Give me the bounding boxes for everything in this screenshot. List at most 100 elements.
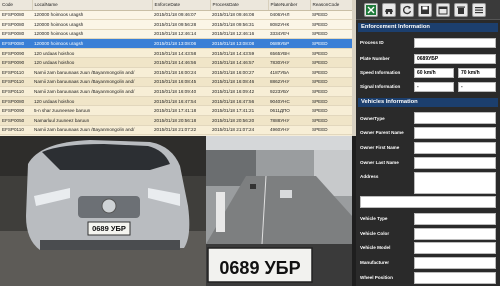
- column-header-enforcedate[interactable]: EnforceDate: [152, 0, 211, 11]
- wheel-position-field[interactable]: [414, 272, 496, 284]
- column-header-processdate[interactable]: ProcessDate: [210, 0, 269, 11]
- cell-enforcedate: 2015/01/18 16:47:54: [152, 96, 210, 107]
- cell-localname: 120000 hoimoos uragsh: [32, 19, 152, 30]
- table-row[interactable]: EFSP0090 5-n shar zuuneesee baruun 2015/01…: [0, 105, 352, 117]
- column-header-code[interactable]: Code: [0, 0, 33, 11]
- cell-platenumber: 8082УНК: [268, 19, 310, 30]
- cell-processdate: 2015/01/18 14:43:59: [210, 48, 268, 59]
- cell-localname: Namii zam baruunaas zuun /Bayanmongolin …: [32, 125, 152, 136]
- table-header-row: Code LocalName EnforceDate ProcessDate P…: [0, 0, 352, 11]
- table-row[interactable]: EFSP0110 Namii zam baruunaas zuun /Bayanm…: [0, 86, 352, 97]
- vehicle-type-label: Vehicle Type: [360, 216, 388, 221]
- cell-platenumber: 4187УБА: [268, 67, 310, 78]
- cell-localname: 120000 hoimoos uragsh: [32, 10, 152, 21]
- signal-field-2[interactable]: -: [458, 82, 496, 92]
- table-row[interactable]: EFSP0090 120 urdaas hoishoo 2015/01/18 14:…: [0, 57, 352, 69]
- manufacturer-field[interactable]: [414, 257, 496, 269]
- cell-code: EFSP0090: [0, 57, 32, 69]
- cell-enforcedate: 2015/01/18 09:56:28: [152, 19, 210, 30]
- cell-platenumber: 0406УНЛ: [268, 10, 310, 21]
- cell-code: EFSP0110: [0, 77, 32, 88]
- cell-enforcedate: 2015/01/18 17:41:18: [152, 105, 210, 117]
- cell-code: EFSP0110: [0, 67, 32, 78]
- cell-code: EFSP0110: [0, 125, 32, 136]
- save-icon[interactable]: [418, 3, 432, 17]
- vehicle-model-field[interactable]: [414, 242, 496, 254]
- measured-speed-field[interactable]: 70 km/h: [458, 68, 496, 78]
- cell-processdate: 2015/01/18 09:56:31: [210, 19, 268, 30]
- process-id-label: Process ID: [360, 40, 384, 45]
- cell-processdate: 2015/01/18 17:41:21: [210, 105, 268, 117]
- vehicle-color-field[interactable]: [414, 228, 496, 240]
- cell-localname: Namarluul zuuneez baruun: [32, 115, 152, 126]
- table-row[interactable]: EFSP0080 120000 hoimoos uragsh 2015/01/18 …: [0, 38, 352, 49]
- cell-processdate: 2015/01/18 20:56:20: [210, 115, 268, 126]
- cell-reasoncode: SPEED: [310, 86, 352, 97]
- cell-code: EFSP0080: [0, 38, 32, 49]
- address-field[interactable]: [414, 172, 496, 194]
- cell-code: EFSP0050: [0, 115, 32, 126]
- table-row[interactable]: EFSP0080 120000 hoimoos uragsh 2015/01/18 …: [0, 29, 352, 40]
- panel-toolbar: [356, 0, 500, 20]
- cell-enforcedate: 2015/01/18 09:46:07: [152, 10, 210, 21]
- table-row[interactable]: EFSP0110 Namii zam baruunaas zuun /Bayanm…: [0, 77, 352, 88]
- cell-reasoncode: SPEED: [310, 10, 352, 21]
- owner-type-field[interactable]: [414, 112, 496, 124]
- table-row[interactable]: EFSP0050 Namarluul zuuneez baruun 2015/01/…: [0, 115, 352, 126]
- vehicles-section-header: Vehicles Information: [358, 98, 498, 107]
- column-header-platenumber[interactable]: PlateNumber: [268, 0, 311, 11]
- cell-enforcedate: 2015/01/18 20:56:18: [152, 115, 210, 126]
- car-icon[interactable]: [382, 3, 396, 17]
- list-icon[interactable]: [472, 3, 486, 17]
- column-header-localname[interactable]: LocalName: [32, 0, 153, 11]
- delete-icon[interactable]: [454, 3, 468, 17]
- cell-code: EFSP0080: [0, 29, 32, 40]
- cell-reasoncode: SPEED: [310, 125, 352, 136]
- owner-first-name-label: Owner First Name: [360, 145, 400, 150]
- owner-parent-name-field[interactable]: [414, 127, 496, 139]
- calendar-icon[interactable]: [436, 3, 450, 17]
- table-row[interactable]: EFSP0110 Namii zam baruunaas zuun /Bayanm…: [0, 125, 352, 136]
- table-row[interactable]: EFSP0080 120000 hoimoos uragsh 2015/01/18 …: [0, 10, 352, 21]
- cell-reasoncode: SPEED: [310, 19, 352, 30]
- owner-type-label: OwnerType: [360, 116, 385, 121]
- table-row[interactable]: EFSP0080 120 urdaas hoishoo 2015/01/18 16:…: [0, 96, 352, 107]
- owner-first-name-field[interactable]: [414, 142, 496, 154]
- intersection-capture-image: [206, 136, 352, 244]
- cell-reasoncode: SPEED: [310, 115, 352, 126]
- excel-export-icon[interactable]: [364, 3, 378, 17]
- cell-reasoncode: SPEED: [310, 38, 352, 49]
- cell-reasoncode: SPEED: [310, 48, 352, 59]
- owner-parent-name-label: Owner Parent Name: [360, 130, 404, 135]
- table-row[interactable]: EFSP0080 120000 hoimoos uragsh 2015/01/18 …: [0, 19, 352, 30]
- cell-enforcedate: 2015/01/18 13:08:06: [152, 38, 210, 49]
- cell-platenumber: 9040УНС: [268, 96, 310, 107]
- cell-localname: 5-n shar zuuneesee baruun: [32, 105, 152, 117]
- cell-code: EFSP0080: [0, 19, 32, 30]
- process-id-field[interactable]: [414, 38, 496, 48]
- cell-enforcedate: 2015/01/18 12:46:14: [152, 29, 210, 40]
- plate-number-field[interactable]: 0689УБР: [414, 54, 496, 64]
- cell-processdate: 2015/01/18 16:00:27: [210, 67, 268, 78]
- cell-localname: Namii zam baruunaas zuun /Bayanmongolin …: [32, 86, 152, 97]
- column-header-reasoncode[interactable]: ReasonCode: [310, 0, 352, 11]
- table-body: EFSP0080 120000 hoimoos uragsh 2015/01/18 …: [0, 10, 352, 136]
- owner-last-name-field[interactable]: [414, 157, 496, 169]
- enforcement-table: Code LocalName EnforceDate ProcessDate P…: [0, 0, 352, 136]
- cell-localname: Namii zam baruunaas zuun /Bayanmongolin …: [32, 77, 152, 88]
- signal-field-1[interactable]: -: [414, 82, 454, 92]
- table-row[interactable]: EFSP0110 Namii zam baruunaas zuun /Bayanm…: [0, 67, 352, 78]
- plate-closeup-text: 0689 УБР: [219, 258, 300, 278]
- table-row[interactable]: EFSP0090 120 urdaas hoishoo 2015/01/18 14:…: [0, 48, 352, 59]
- cell-localname: 120 urdaas hoishoo: [32, 96, 152, 107]
- cell-enforcedate: 2015/01/18 14:46:56: [152, 57, 210, 69]
- address-extra-field[interactable]: [360, 196, 496, 208]
- vehicle-type-field[interactable]: [414, 213, 496, 225]
- cell-processdate: 2015/01/18 16:08:46: [210, 77, 268, 88]
- refresh-icon[interactable]: [400, 3, 414, 17]
- speed-limit-field[interactable]: 60 km/h: [414, 68, 454, 78]
- cell-localname: 120000 hoimoos uragsh: [32, 29, 152, 40]
- owner-last-name-label: Owner Last Name: [360, 160, 399, 165]
- cell-platenumber: 8862УНУ: [268, 77, 310, 88]
- cell-platenumber: 4960УНУ: [268, 125, 310, 136]
